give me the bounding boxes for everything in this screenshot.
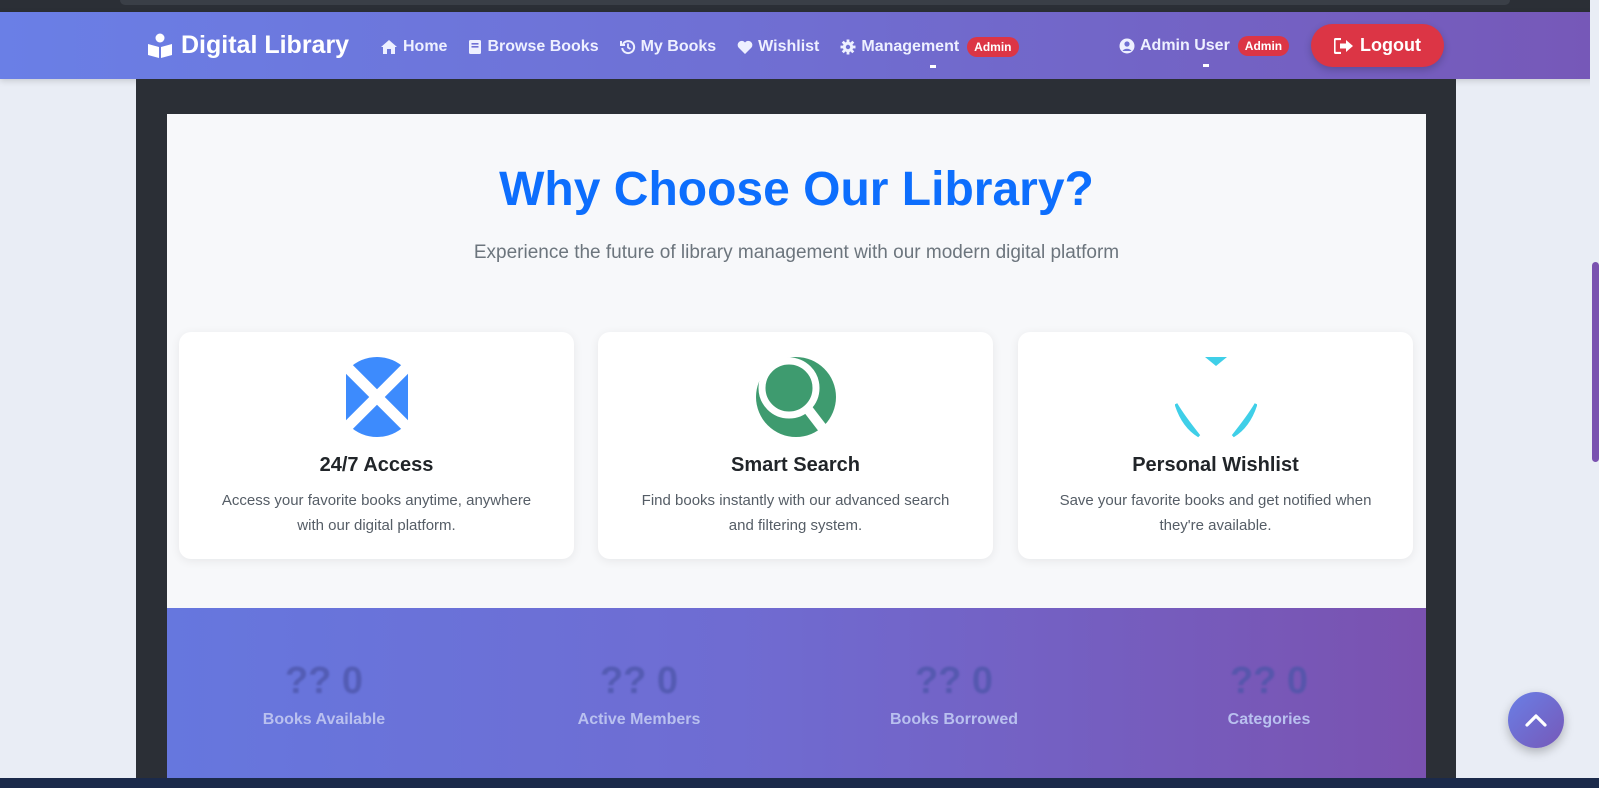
stat-value: ?? 0	[1229, 660, 1309, 702]
stat-value: ?? 0	[284, 660, 364, 702]
scrollbar-thumb[interactable]	[1592, 262, 1599, 462]
scroll-to-top-button[interactable]	[1508, 692, 1564, 748]
brand-logo[interactable]: Digital Library	[147, 31, 349, 60]
nav-wishlist[interactable]: Wishlist	[737, 38, 819, 56]
logout-button[interactable]: Logout	[1311, 24, 1444, 67]
home-icon	[381, 40, 397, 54]
admin-badge: Admin	[967, 37, 1019, 57]
nav-browse-books[interactable]: Browse Books	[468, 38, 599, 56]
stat-categories: ?? 0 Categories	[1149, 660, 1389, 729]
feature-card-search: Smart Search Find books instantly with o…	[598, 332, 993, 559]
features-title: Why Choose Our Library?	[499, 163, 1094, 216]
feature-title: Personal Wishlist	[1132, 454, 1299, 476]
stat-active-members: ?? 0 Active Members	[519, 660, 759, 729]
nav-browse-books-label: Browse Books	[487, 38, 599, 55]
stat-books-borrowed: ?? 0 Books Borrowed	[834, 660, 1074, 729]
clock-icon	[336, 356, 418, 438]
features-subtitle: Experience the future of library managem…	[473, 242, 1120, 263]
brand-name: Digital Library	[181, 31, 350, 59]
user-circle-icon	[1119, 38, 1135, 54]
browser-tab-edge	[120, 0, 1510, 5]
feature-title: Smart Search	[731, 454, 860, 476]
logout-label: Logout	[1360, 35, 1421, 55]
dropdown-caret-icon	[1203, 64, 1209, 67]
stat-value: ?? 0	[914, 660, 994, 702]
history-icon	[619, 40, 635, 55]
feature-description: Access your favorite books anytime, anyw…	[221, 492, 532, 534]
features-section: Why Choose Our Library? Experience the f…	[167, 114, 1426, 608]
search-icon	[756, 357, 836, 438]
chevron-up-icon	[1525, 714, 1547, 727]
nav-my-books-label: My Books	[640, 38, 717, 55]
dropdown-caret-icon	[930, 65, 937, 68]
feature-card-wishlist: Personal Wishlist Save your favorite boo…	[1018, 332, 1413, 559]
main-navbar: Digital Library Home Browse Books My Boo…	[0, 12, 1599, 79]
feature-description: Save your favorite books and get notifie…	[1059, 492, 1372, 534]
stat-label: Books Borrowed	[889, 711, 1018, 728]
stat-label: Categories	[1227, 711, 1311, 728]
nav-links: Home Browse Books My Books Wishlist Mana…	[380, 37, 1040, 68]
feature-card-access: 24/7 Access Access your favorite books a…	[179, 332, 574, 559]
feature-description: Find books instantly with our advanced s…	[641, 492, 950, 534]
book-reader-icon	[148, 33, 172, 58]
stat-label: Active Members	[577, 711, 701, 728]
user-menu-dropdown[interactable]: Admin User Admin	[1119, 36, 1290, 67]
stat-books-available: ?? 0 Books Available	[204, 660, 444, 729]
os-taskbar	[0, 778, 1599, 788]
stat-label: Books Available	[262, 711, 386, 728]
nav-wishlist-label: Wishlist	[758, 38, 820, 55]
user-role-badge: Admin	[1237, 36, 1290, 56]
sign-out-icon	[1334, 37, 1353, 54]
stats-section: ?? 0 Books Available ?? 0 Active Members…	[167, 608, 1426, 788]
heart-icon	[1175, 357, 1257, 438]
nav-management-label: Management	[861, 38, 960, 55]
heart-icon	[737, 40, 753, 54]
nav-management-dropdown[interactable]: Management Admin	[840, 37, 1019, 68]
nav-home[interactable]: Home	[380, 38, 447, 56]
user-name: Admin User	[1140, 37, 1230, 54]
browser-top-strip	[0, 0, 1599, 12]
stat-value: ?? 0	[599, 660, 679, 702]
nav-home-label: Home	[403, 38, 448, 55]
gear-icon	[840, 39, 856, 55]
book-icon	[469, 40, 482, 54]
feature-title: 24/7 Access	[319, 454, 434, 476]
nav-my-books[interactable]: My Books	[619, 38, 717, 56]
